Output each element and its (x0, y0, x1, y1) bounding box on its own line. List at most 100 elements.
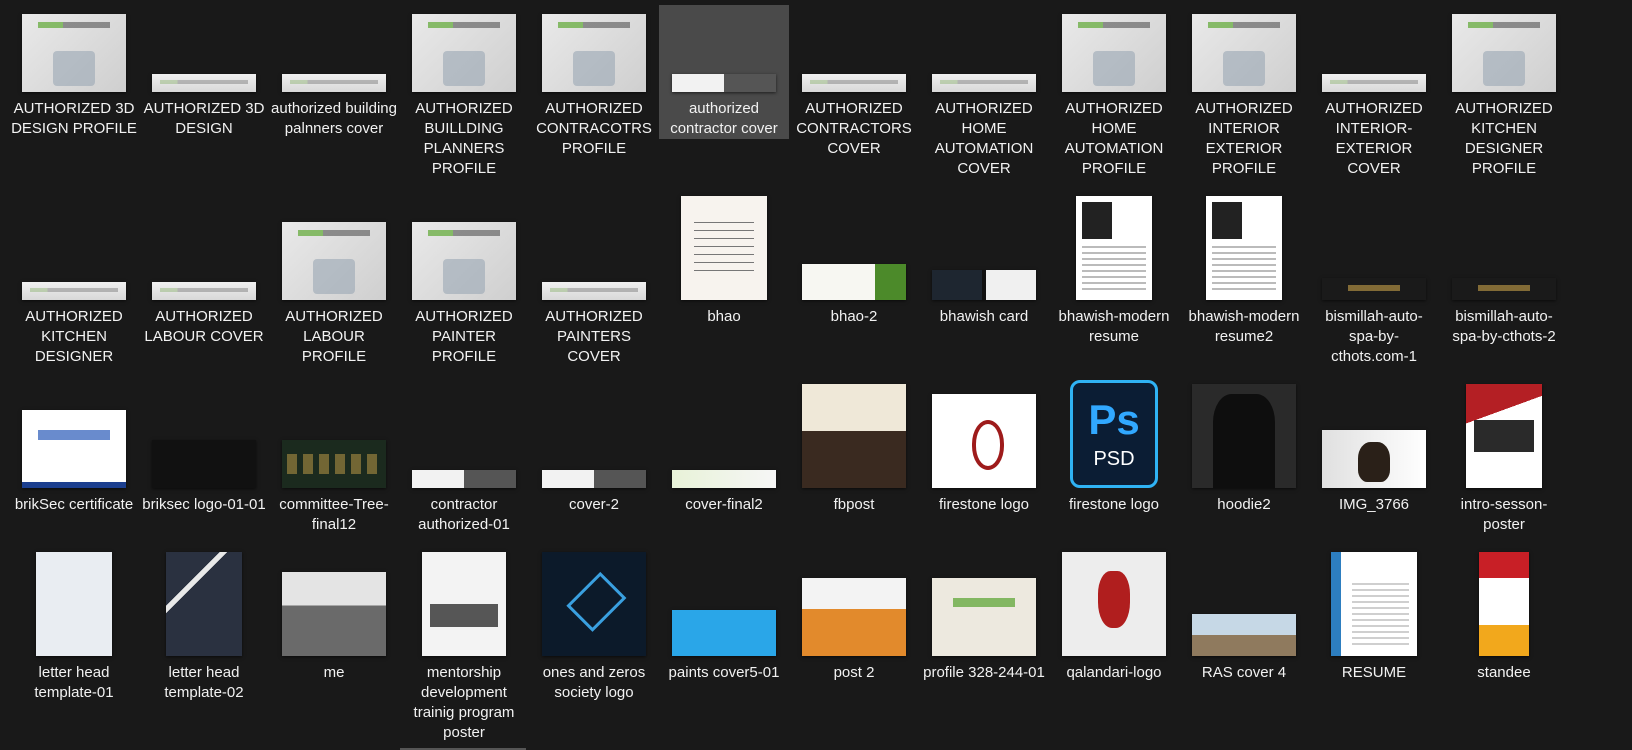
file-thumbnail[interactable] (1192, 384, 1296, 488)
file-tile[interactable]: AUTHORIZED BUILLDING PLANNERS PROFILE (399, 5, 529, 177)
file-thumbnail[interactable] (282, 74, 386, 92)
file-tile[interactable]: bhao (659, 190, 789, 355)
file-thumbnail[interactable] (1322, 430, 1426, 488)
file-thumbnail[interactable] (422, 552, 506, 656)
file-tile[interactable]: RAS cover 4 (1179, 530, 1309, 710)
file-thumbnail[interactable] (681, 196, 767, 300)
file-tile[interactable]: AUTHORIZED KITCHEN DESIGNER (9, 190, 139, 365)
file-tile[interactable]: IMG_3766 (1309, 370, 1439, 520)
file-thumbnail[interactable] (22, 14, 126, 92)
file-thumbnail[interactable] (1192, 614, 1296, 656)
file-tile[interactable]: bismillah-auto-spa-by-cthots-2 (1439, 190, 1569, 355)
file-tile[interactable]: bhao-2 (789, 190, 919, 355)
file-thumbnail[interactable] (672, 74, 776, 92)
file-thumbnail[interactable] (542, 282, 646, 300)
file-name-label: AUTHORIZED HOME AUTOMATION PROFILE (1064, 100, 1164, 177)
file-tile[interactable]: standee (1439, 530, 1569, 710)
file-tile[interactable]: briksec logo-01-01 (139, 370, 269, 520)
file-thumbnail[interactable] (672, 470, 776, 488)
file-thumbnail[interactable] (932, 270, 1036, 300)
file-thumbnail[interactable] (672, 610, 776, 656)
file-tile[interactable]: AUTHORIZED 3D DESIGN (139, 5, 269, 140)
file-thumbnail[interactable] (1466, 384, 1542, 488)
file-tile[interactable]: AUTHORIZED 3D DESIGN PROFILE (9, 5, 139, 140)
file-thumbnail[interactable] (22, 282, 126, 300)
file-tile[interactable]: qalandari-logo (1049, 530, 1179, 710)
file-tile[interactable]: fbpost (789, 370, 919, 520)
file-name-label: mentorship development trainig program p… (413, 664, 515, 741)
file-thumbnail[interactable] (1062, 14, 1166, 92)
file-thumbnail[interactable] (1322, 278, 1426, 300)
file-thumbnail[interactable] (932, 394, 1036, 488)
file-tile[interactable]: AUTHORIZED INTERIOR-EXTERIOR COVER (1309, 5, 1439, 177)
file-tile[interactable]: committee-Tree-final12 (269, 370, 399, 533)
file-tile[interactable]: cover-2 (529, 370, 659, 520)
file-tile[interactable]: mentorship development trainig program p… (399, 530, 529, 741)
file-tile[interactable]: profile 328-244-01 (919, 530, 1049, 710)
file-thumbnail[interactable] (152, 440, 256, 488)
thumbnail-frame (659, 190, 789, 300)
file-tile[interactable]: AUTHORIZED CONTRACOTRS PROFILE (529, 5, 659, 157)
file-thumbnail[interactable] (282, 440, 386, 488)
file-thumbnail[interactable] (1452, 278, 1556, 300)
file-thumbnail[interactable] (22, 410, 126, 488)
file-thumbnail[interactable] (1331, 552, 1417, 656)
file-thumbnail[interactable] (1206, 196, 1282, 300)
file-tile[interactable]: me (269, 530, 399, 710)
file-tile[interactable]: bhawish-modern resume2 (1179, 190, 1309, 355)
file-thumbnail[interactable] (802, 264, 906, 300)
file-tile[interactable]: bismillah-auto-spa-by-cthots.com-1 (1309, 190, 1439, 365)
file-tile[interactable]: bhawish-modern resume (1049, 190, 1179, 355)
file-thumbnail[interactable] (282, 572, 386, 656)
file-tile[interactable]: authorized contractor cover (659, 5, 789, 139)
file-thumbnail[interactable] (1452, 14, 1556, 92)
file-thumbnail[interactable] (542, 552, 646, 656)
file-tile[interactable]: AUTHORIZED HOME AUTOMATION PROFILE (1049, 5, 1179, 177)
file-tile[interactable]: ones and zeros society logo (529, 530, 659, 710)
file-tile[interactable]: bhawish card (919, 190, 1049, 355)
thumbnail-frame (9, 370, 139, 488)
file-tile[interactable]: authorized building palnners cover (269, 5, 399, 140)
file-tile[interactable]: AUTHORIZED PAINTERS COVER (529, 190, 659, 365)
photoshop-file-icon[interactable]: Ps PSD (1070, 380, 1158, 488)
file-thumbnail[interactable] (412, 222, 516, 300)
file-thumbnail[interactable] (412, 470, 516, 488)
file-thumbnail[interactable] (1322, 74, 1426, 92)
file-thumbnail[interactable] (932, 74, 1036, 92)
file-tile[interactable]: Ps PSD firestone logo (1049, 370, 1179, 520)
file-tile[interactable]: hoodie2 (1179, 370, 1309, 520)
file-thumbnail[interactable] (802, 74, 906, 92)
file-tile[interactable]: paints cover5-01 (659, 530, 789, 710)
file-tile[interactable]: AUTHORIZED PAINTER PROFILE (399, 190, 529, 365)
file-tile[interactable]: RESUME (1309, 530, 1439, 710)
file-tile[interactable]: AUTHORIZED HOME AUTOMATION COVER (919, 5, 1049, 177)
file-thumbnail[interactable] (802, 578, 906, 656)
file-tile[interactable]: letter head template-01 (9, 530, 139, 710)
file-thumbnail[interactable] (152, 74, 256, 92)
file-tile[interactable]: contractor authorized-01 (399, 370, 529, 533)
file-tile[interactable]: AUTHORIZED KITCHEN DESIGNER PROFILE (1439, 5, 1569, 177)
file-thumbnail[interactable] (542, 470, 646, 488)
file-thumbnail[interactable] (1062, 552, 1166, 656)
file-thumbnail[interactable] (282, 222, 386, 300)
file-thumbnail[interactable] (932, 578, 1036, 656)
file-thumbnail[interactable] (1479, 552, 1529, 656)
file-tile[interactable]: cover-final2 (659, 370, 789, 520)
file-tile[interactable]: AUTHORIZED CONTRACTORS COVER (789, 5, 919, 157)
file-thumbnail[interactable] (542, 14, 646, 92)
file-thumbnail[interactable] (802, 384, 906, 488)
file-tile[interactable]: firestone logo (919, 370, 1049, 520)
file-tile[interactable]: AUTHORIZED LABOUR COVER (139, 190, 269, 355)
file-tile[interactable]: post 2 (789, 530, 919, 710)
file-thumbnail[interactable] (412, 14, 516, 92)
file-tile[interactable]: AUTHORIZED LABOUR PROFILE (269, 190, 399, 365)
file-thumbnail[interactable] (1192, 14, 1296, 92)
file-thumbnail[interactable] (152, 282, 256, 300)
file-tile[interactable]: letter head template-02 (139, 530, 269, 710)
file-thumbnail[interactable] (166, 552, 242, 656)
file-thumbnail[interactable] (1076, 196, 1152, 300)
file-tile[interactable]: brikSec certificate (9, 370, 139, 520)
file-thumbnail[interactable] (36, 552, 112, 656)
file-tile[interactable]: AUTHORIZED INTERIOR EXTERIOR PROFILE (1179, 5, 1309, 177)
file-tile[interactable]: intro-sesson-poster (1439, 370, 1569, 533)
